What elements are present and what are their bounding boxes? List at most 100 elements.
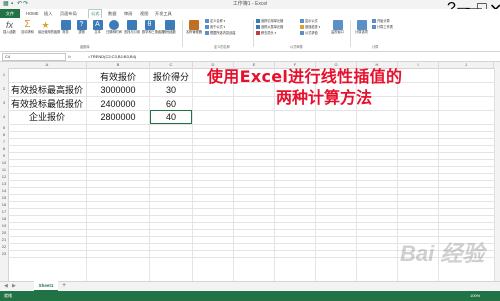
financial-button[interactable]: 财务	[58, 20, 73, 35]
row-header[interactable]: 9	[0, 152, 8, 159]
name-manager-button[interactable]: 名称管理器	[186, 20, 202, 35]
row-header[interactable]: 8	[0, 145, 8, 152]
tab-insert[interactable]: 插入	[42, 9, 54, 18]
separator	[350, 20, 351, 47]
undo-icon[interactable]: ↶	[17, 1, 22, 8]
row-header[interactable]: 19	[0, 222, 8, 229]
formula-input[interactable]: =TREND(C2:C3,B2:B3,B4)	[88, 53, 136, 60]
overlay-title-line2: 两种计算方法	[276, 88, 373, 107]
sigma-icon: Σ	[24, 19, 31, 30]
row-header[interactable]: 6	[0, 131, 8, 138]
date-time-label: 日期和时间	[106, 30, 122, 34]
calculation-options-button[interactable]: 计算选项	[354, 20, 369, 35]
tab-view[interactable]: 视图	[138, 9, 150, 18]
row-header[interactable]: 10	[0, 159, 8, 166]
evaluate-formula-label: 公式求值	[305, 31, 318, 35]
column-header-j[interactable]: J	[439, 62, 494, 68]
use-in-formula-button[interactable]: 用于公式 ▾	[205, 25, 225, 30]
row-header[interactable]: 5	[0, 124, 8, 131]
text-icon: A	[92, 20, 103, 30]
watch-window-button[interactable]: 监视窗口	[330, 20, 345, 35]
tab-data[interactable]: 数据	[106, 9, 118, 18]
grid-line	[8, 152, 500, 153]
cell-a3[interactable]: 有效投标最低报价	[8, 96, 86, 110]
grid-line	[8, 131, 500, 132]
autosum-button[interactable]: Σ 自动求和	[20, 20, 35, 35]
cell-c2[interactable]: 30	[150, 82, 192, 96]
evaluate-formula-button[interactable]: 公式求值	[300, 31, 318, 36]
cell-b3[interactable]: 2400000	[87, 96, 149, 110]
cell-c1[interactable]: 报价得分	[150, 68, 192, 82]
grid-line	[8, 180, 500, 181]
redo-icon[interactable]: ↷	[23, 1, 28, 8]
row-header[interactable]: 3	[0, 96, 8, 110]
row-header[interactable]: 16	[0, 201, 8, 208]
column-header-i[interactable]: I	[398, 62, 439, 68]
more-functions-button[interactable]: 其他函数	[162, 20, 177, 35]
trace-precedents-button[interactable]: 追踪引用单元格	[256, 19, 283, 24]
tab-home[interactable]: HOME	[24, 9, 41, 18]
date-time-button[interactable]: 日期和时间	[106, 20, 122, 35]
trace-precedents-icon	[256, 19, 260, 24]
row-header[interactable]: 1	[0, 68, 8, 82]
row-header[interactable]: 15	[0, 194, 8, 201]
save-icon[interactable]: ▪	[11, 1, 13, 8]
trace-dependents-button[interactable]: 追踪从属单元格	[256, 25, 283, 30]
star-icon: ★	[41, 20, 50, 30]
zoom-level[interactable]: 100%	[470, 291, 480, 301]
calculate-sheet-button[interactable]: 计算工作表	[372, 25, 393, 30]
show-formulas-button[interactable]: 显示公式	[300, 19, 318, 24]
cell-c3[interactable]: 60	[150, 96, 192, 110]
group-function-library: 函数库	[80, 45, 90, 49]
row-header[interactable]: 12	[0, 173, 8, 180]
tab-page-layout[interactable]: 页面布局	[58, 9, 79, 18]
grid-line	[8, 208, 500, 209]
sheet-nav-next-icon[interactable]: ▶	[12, 281, 16, 291]
tab-developer[interactable]: 开发工具	[153, 9, 174, 18]
row-header[interactable]: 20	[0, 229, 8, 236]
cell-b4[interactable]: 2800000	[87, 110, 149, 124]
sheet-nav-prev-icon[interactable]: ◀	[4, 281, 8, 291]
calculate-now-button[interactable]: 开始计算	[372, 19, 390, 24]
vertical-scrollbar[interactable]	[494, 68, 500, 281]
tab-review[interactable]: 审阅	[122, 9, 134, 18]
cell-b1[interactable]: 有效报价	[87, 68, 149, 82]
lookup-reference-button[interactable]: 查找与引用	[124, 20, 140, 35]
column-header-a[interactable]: A	[8, 62, 87, 68]
row-header[interactable]: 4	[0, 110, 8, 124]
grid-line	[8, 229, 500, 230]
cell-a4[interactable]: 企业报价	[8, 110, 86, 124]
row-header[interactable]: 7	[0, 138, 8, 145]
row-header[interactable]: 13	[0, 180, 8, 187]
name-box[interactable]: C4	[2, 53, 66, 61]
remove-arrows-button[interactable]: 移去箭头 ▾	[256, 31, 276, 36]
insert-function-button[interactable]: fx 插入函数	[2, 20, 17, 35]
create-from-selection-button[interactable]: 根据所选内容创建	[205, 31, 236, 36]
calculate-now-label: 开始计算	[377, 19, 390, 23]
grid-line	[8, 124, 500, 125]
define-name-button[interactable]: 定义名称 ▾	[205, 19, 225, 24]
book-icon	[60, 20, 71, 30]
logical-button[interactable]: ? 逻辑	[74, 20, 89, 35]
active-cell-selection	[150, 110, 192, 124]
cell-a2[interactable]: 有效投标最高报价	[8, 82, 86, 96]
define-name-icon	[205, 19, 209, 24]
row-header[interactable]: 21	[0, 236, 8, 243]
row-header[interactable]: 17	[0, 208, 8, 215]
row-header[interactable]: 2	[0, 82, 8, 96]
recent-functions-button[interactable]: ★ 最近使用的函数	[38, 20, 60, 35]
error-checking-button[interactable]: 错误检查 ▾	[300, 25, 320, 30]
row-header[interactable]: 11	[0, 166, 8, 173]
row-header[interactable]: 22	[0, 243, 8, 250]
tab-formulas[interactable]: 公式	[88, 9, 103, 18]
fx-icon[interactable]: fx	[68, 53, 71, 60]
text-label: 文本	[94, 30, 101, 34]
math-trig-button[interactable]: θ 数学和三角函数	[142, 20, 164, 35]
add-sheet-button[interactable]: +	[62, 281, 66, 291]
cell-b2[interactable]: 3000000	[87, 82, 149, 96]
row-header[interactable]: 14	[0, 187, 8, 194]
text-button[interactable]: A 文本	[90, 20, 105, 35]
row-header[interactable]: 23	[0, 250, 8, 257]
row-header[interactable]: 18	[0, 215, 8, 222]
tab-file[interactable]: 文件	[0, 9, 20, 18]
